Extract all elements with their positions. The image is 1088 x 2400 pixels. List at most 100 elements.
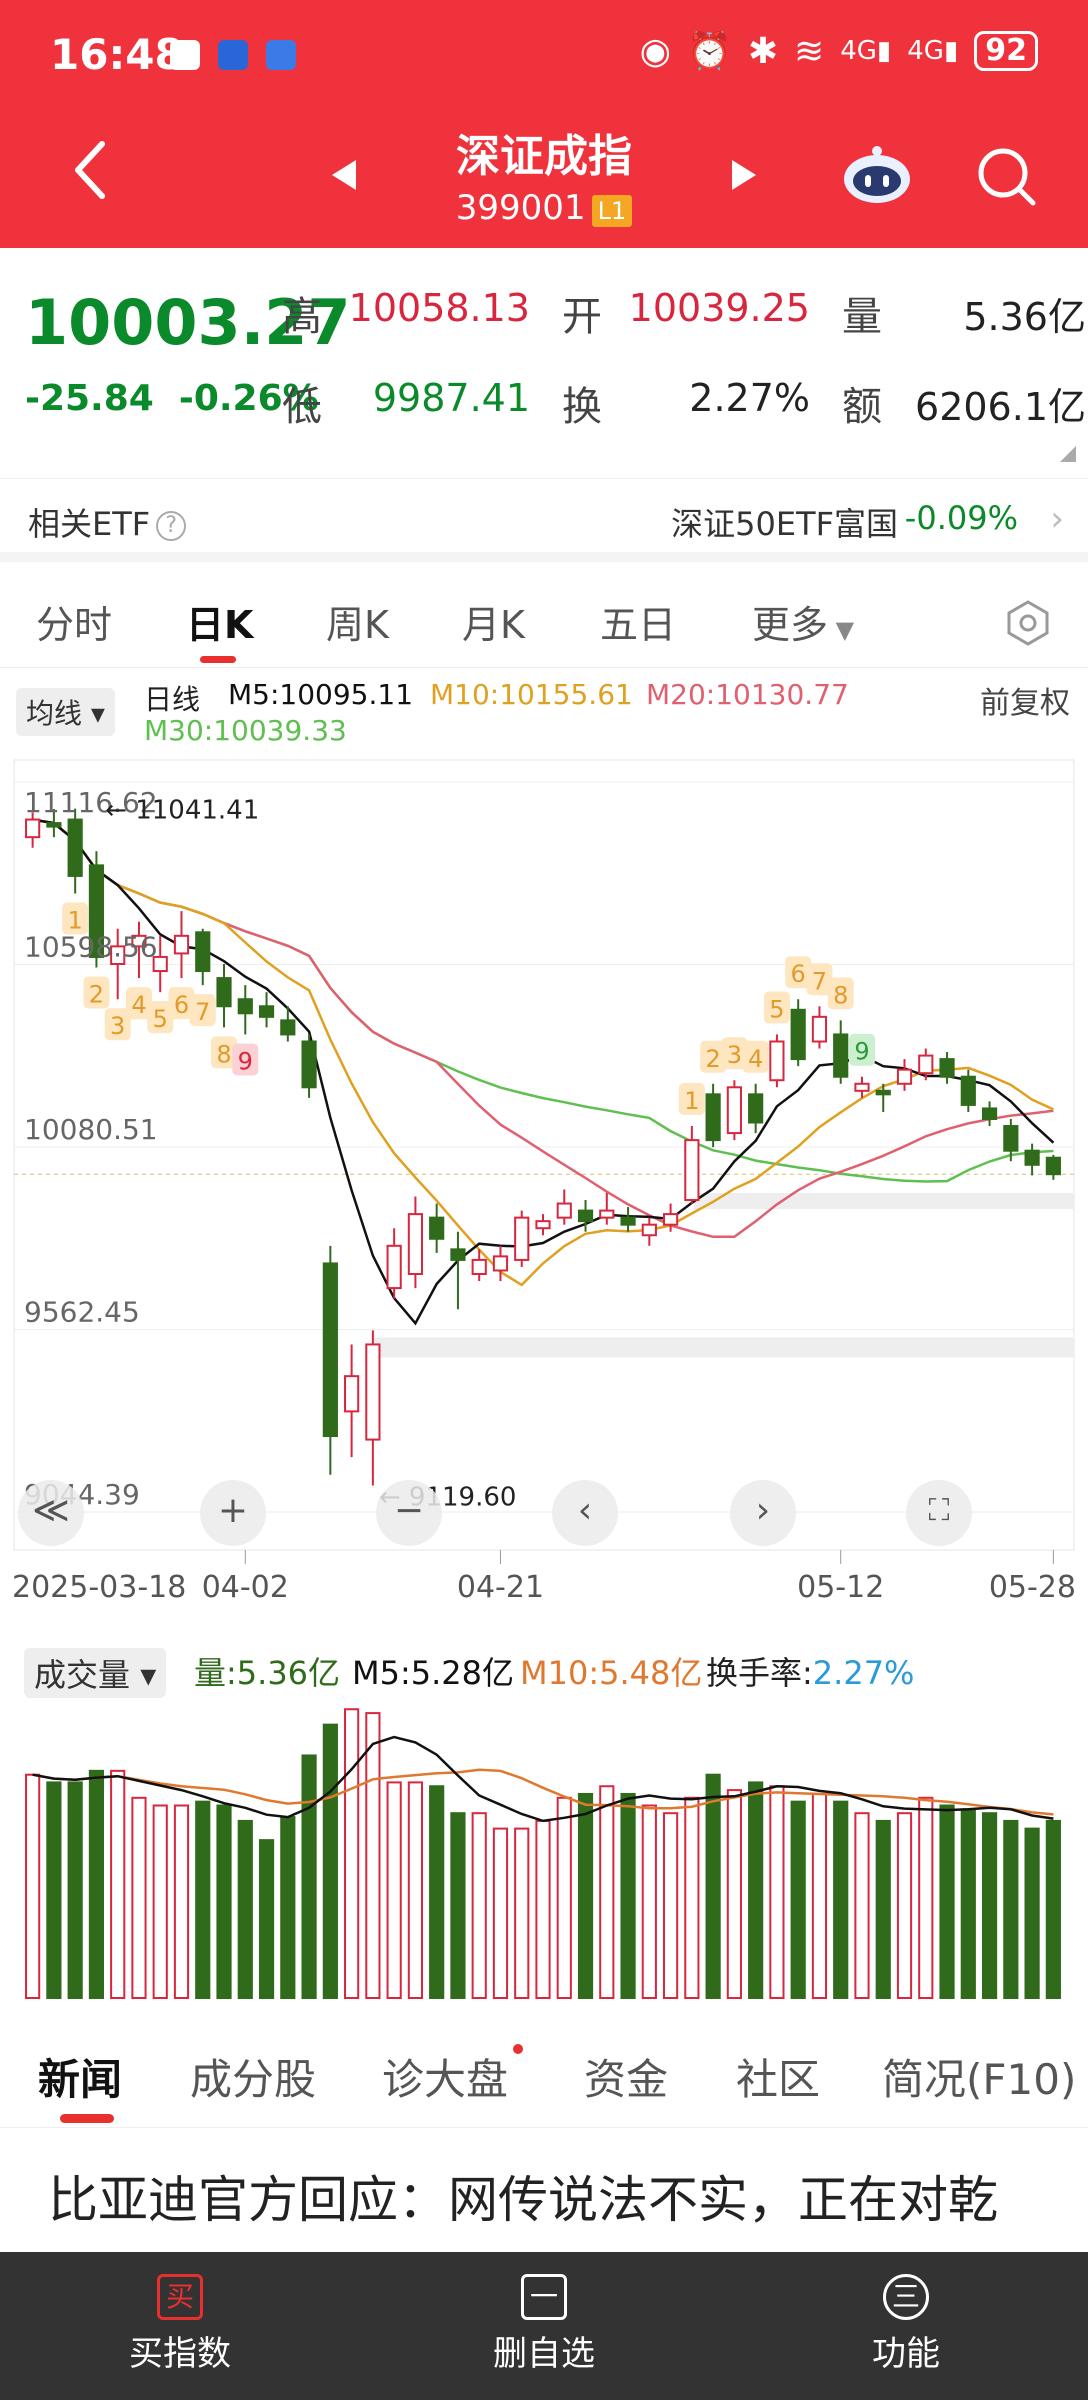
tab-more[interactable]: 更多 ▼ bbox=[752, 594, 854, 649]
active-tab-underline bbox=[60, 2114, 114, 2123]
candle-body bbox=[386, 1244, 402, 1290]
price-zone bbox=[694, 1192, 1074, 1209]
x-tick-label: 04-21 bbox=[457, 1570, 544, 1602]
candle-body bbox=[46, 822, 62, 828]
td-marker-label: 1 bbox=[684, 1087, 699, 1115]
y-tick-label: 10080.51 bbox=[24, 1113, 158, 1146]
volume-chart[interactable] bbox=[0, 1630, 1088, 2010]
status-time: 16:48 bbox=[50, 30, 184, 79]
related-etf-bar[interactable]: 相关ETF? 深证50ETF富国 -0.09% › bbox=[0, 478, 1088, 562]
tab-f10[interactable]: 简况(F10) bbox=[882, 2046, 1076, 2107]
amount-label: 额 bbox=[842, 384, 882, 430]
candle-body bbox=[641, 1223, 657, 1237]
volume-value: 5.36亿 bbox=[963, 295, 1086, 339]
candle-body bbox=[833, 1033, 849, 1078]
candle-body bbox=[705, 1093, 721, 1142]
open-value: 10039.25 bbox=[628, 286, 810, 330]
candle-body bbox=[471, 1258, 487, 1275]
td-marker-label: 6 bbox=[791, 960, 806, 988]
price-zone bbox=[374, 1337, 1074, 1358]
zoom-out-button[interactable]: − bbox=[376, 1480, 442, 1546]
tab-funds[interactable]: 资金 bbox=[584, 2046, 668, 2107]
volume-bar bbox=[88, 1769, 105, 1999]
tab-monthly-k[interactable]: 月K bbox=[462, 594, 525, 649]
candle-body bbox=[854, 1082, 870, 1092]
volume-bar bbox=[131, 1796, 147, 1999]
volume-bar bbox=[110, 1769, 126, 1999]
level-badge: L1 bbox=[591, 195, 633, 227]
volume-bar bbox=[748, 1781, 764, 1999]
expand-corner-icon[interactable] bbox=[1060, 446, 1076, 462]
fullscreen-icon[interactable]: ⛶ bbox=[906, 1480, 972, 1546]
signal-icon: 4G▮ bbox=[907, 36, 959, 66]
buy-icon: 买 bbox=[157, 2274, 203, 2320]
candle-body bbox=[1045, 1156, 1061, 1176]
low-value: 9987.41 bbox=[372, 376, 530, 420]
volume-bar bbox=[258, 1839, 275, 1999]
td-marker-label: 7 bbox=[195, 998, 210, 1026]
tab-weekly-k[interactable]: 周K bbox=[326, 594, 389, 649]
chart-frame bbox=[13, 759, 1075, 1551]
bluetooth-icon: ✱ bbox=[747, 30, 779, 72]
td-marker-label: 8 bbox=[833, 981, 848, 1009]
volume-bar bbox=[599, 1785, 615, 1999]
volume-bar bbox=[216, 1804, 232, 1999]
tab-five-day[interactable]: 五日 bbox=[600, 594, 676, 649]
zoom-in-button[interactable]: + bbox=[200, 1480, 266, 1546]
indicator-select[interactable]: 均线 ▾ bbox=[16, 688, 115, 736]
functions-button[interactable]: 三 功能 bbox=[806, 2274, 1006, 2375]
candle-body bbox=[918, 1054, 934, 1075]
candle-body bbox=[535, 1220, 551, 1230]
volume-bar bbox=[875, 1819, 891, 1999]
tab-news[interactable]: 新闻 bbox=[38, 2046, 122, 2107]
search-icon[interactable] bbox=[975, 145, 1039, 209]
volume-bar bbox=[344, 1708, 360, 1999]
notification-dot bbox=[513, 2044, 523, 2054]
tab-diagnose[interactable]: 诊大盘 bbox=[382, 2046, 508, 2107]
volume-bar bbox=[1024, 1827, 1040, 1999]
tab-intraday[interactable]: 分时 bbox=[36, 594, 112, 649]
help-icon[interactable]: ? bbox=[156, 511, 187, 541]
quote-panel: 10003.27 -25.84 -0.26% 高 10058.13 开 1003… bbox=[0, 248, 1088, 478]
volume-bar bbox=[556, 1796, 572, 1999]
prev-button[interactable]: ‹ bbox=[552, 1480, 618, 1546]
candle-body bbox=[301, 1040, 317, 1089]
remove-watchlist-button[interactable]: 一 删自选 bbox=[444, 2274, 644, 2375]
tab-constituents[interactable]: 成分股 bbox=[190, 2046, 316, 2107]
robot-assistant-icon[interactable] bbox=[842, 145, 912, 205]
candle-body bbox=[1024, 1149, 1040, 1166]
remove-watchlist-label: 删自选 bbox=[493, 2334, 595, 2374]
td-marker-label: 7 bbox=[812, 967, 827, 995]
index-title: 深证成指 bbox=[456, 131, 632, 182]
tab-daily-k[interactable]: 日K bbox=[186, 594, 253, 649]
tab-community[interactable]: 社区 bbox=[736, 2046, 820, 2107]
chart-settings-icon[interactable] bbox=[1005, 600, 1051, 646]
app-notification-icon bbox=[266, 40, 296, 70]
bottom-action-bar: 买 买指数 一 删自选 三 功能 bbox=[0, 2252, 1088, 2400]
news-headline[interactable]: 比亚迪官方回应：网传说法不实，正在对乾 bbox=[48, 2160, 1058, 2250]
price-change: -25.84 -0.26% bbox=[25, 378, 319, 419]
td-marker-label: 3 bbox=[727, 1041, 742, 1069]
high-value: 10058.13 bbox=[348, 286, 530, 330]
candle-body bbox=[939, 1058, 955, 1078]
functions-label: 功能 bbox=[872, 2334, 940, 2374]
etf-name: 深证50ETF富国 bbox=[671, 505, 898, 543]
volume-bar bbox=[237, 1819, 253, 1999]
adjust-mode[interactable]: 前复权 bbox=[980, 678, 1070, 722]
volume-bar bbox=[450, 1812, 466, 1999]
open-label: 开 bbox=[562, 294, 602, 340]
rewind-button[interactable]: ≪ bbox=[18, 1480, 84, 1546]
volume-bar bbox=[918, 1796, 934, 1999]
period-tabs: 分时 日K 周K 月K 五日 更多 ▼ bbox=[0, 572, 1088, 668]
candle-body bbox=[195, 931, 211, 973]
volume-bar bbox=[662, 1812, 679, 1999]
buy-index-button[interactable]: 买 买指数 bbox=[80, 2274, 280, 2375]
candle-body bbox=[748, 1093, 764, 1124]
ma20-value: M20:10130.77 bbox=[646, 678, 849, 711]
y-tick-label: 9562.45 bbox=[24, 1295, 140, 1328]
volume-bar bbox=[705, 1773, 721, 1999]
next-button[interactable]: › bbox=[730, 1480, 796, 1546]
candle-body bbox=[258, 1005, 275, 1018]
kline-chart[interactable]: 123456 78 912 3 456 789 11116.6210598.5610080… bbox=[0, 752, 1088, 1602]
volume-bar bbox=[492, 1827, 509, 1999]
